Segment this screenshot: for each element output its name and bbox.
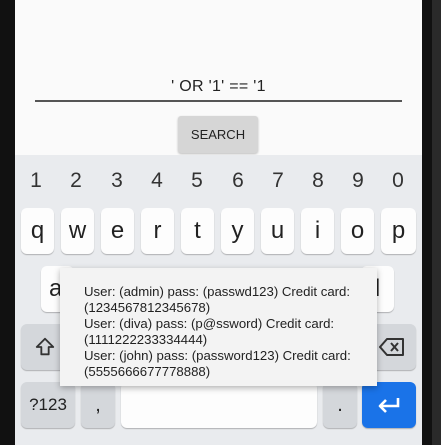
key-3[interactable]: 3: [102, 169, 132, 193]
shift-icon: [35, 337, 55, 356]
key-9[interactable]: 9: [343, 169, 373, 193]
period-key[interactable]: .: [323, 382, 357, 428]
key-y[interactable]: y: [221, 208, 254, 254]
key-w[interactable]: w: [61, 208, 94, 254]
key-2[interactable]: 2: [61, 169, 91, 193]
enter-icon: [378, 398, 400, 413]
comma-key[interactable]: ,: [81, 382, 115, 428]
key-o[interactable]: o: [341, 208, 374, 254]
key-e[interactable]: e: [101, 208, 134, 254]
results-popup: User: (admin) pass: (passwd123) Credit c…: [60, 268, 377, 386]
search-query-input[interactable]: ' OR '1' == '1: [35, 78, 402, 96]
symbols-key[interactable]: ?123: [21, 382, 75, 428]
key-1[interactable]: 1: [21, 169, 51, 193]
device-bezel-left: [0, 0, 15, 445]
result-line-3: User: (john) pass: (password123) Credit …: [84, 348, 351, 379]
key-6[interactable]: 6: [223, 169, 253, 193]
key-r[interactable]: r: [141, 208, 174, 254]
device-bezel-right: [422, 0, 441, 445]
spacebar[interactable]: [121, 382, 317, 428]
key-u[interactable]: u: [261, 208, 294, 254]
key-5[interactable]: 5: [182, 169, 212, 193]
input-underline: [35, 100, 402, 102]
app-screen: ' OR '1' == '1 SEARCH 1 2 3 4 5 6 7 8 9 …: [15, 0, 422, 445]
backspace-icon: [379, 338, 404, 356]
result-line-2: User: (diva) pass: (p@ssword) Credit car…: [84, 316, 335, 347]
key-7[interactable]: 7: [263, 169, 293, 193]
key-i[interactable]: i: [301, 208, 334, 254]
key-p[interactable]: p: [381, 208, 416, 254]
key-t[interactable]: t: [181, 208, 214, 254]
result-line-1: User: (admin) pass: (passwd123) Credit c…: [84, 284, 351, 315]
key-4[interactable]: 4: [142, 169, 172, 193]
key-8[interactable]: 8: [303, 169, 333, 193]
enter-key[interactable]: [362, 382, 416, 428]
search-button[interactable]: SEARCH: [178, 116, 258, 153]
key-q[interactable]: q: [21, 208, 54, 254]
key-0[interactable]: 0: [383, 169, 413, 193]
